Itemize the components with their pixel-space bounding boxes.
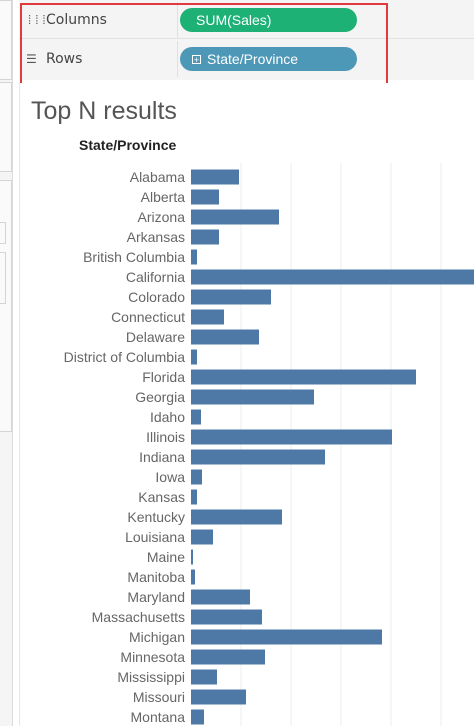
bar[interactable]: [191, 609, 262, 625]
category-label[interactable]: Idaho: [150, 409, 185, 425]
category-label[interactable]: Kentucky: [127, 509, 185, 525]
category-label[interactable]: Manitoba: [127, 569, 185, 585]
bar[interactable]: [191, 529, 213, 545]
category-label[interactable]: Maryland: [127, 589, 185, 605]
category-label[interactable]: District of Columbia: [64, 349, 186, 365]
bar[interactable]: [191, 289, 271, 305]
bar[interactable]: [191, 349, 197, 365]
rows-shelf[interactable]: ☰ Rows + State/Province: [19, 41, 474, 77]
bar[interactable]: [191, 589, 250, 605]
category-label[interactable]: Georgia: [135, 389, 185, 405]
bar[interactable]: [191, 389, 314, 405]
category-label[interactable]: Kansas: [138, 489, 185, 505]
bar[interactable]: [191, 449, 325, 465]
bar[interactable]: [191, 209, 279, 225]
state-province-pill-label: State/Province: [207, 51, 299, 67]
category-label[interactable]: Michigan: [129, 629, 185, 645]
bar[interactable]: [191, 649, 265, 665]
category-label[interactable]: Florida: [142, 369, 185, 385]
columns-shelf-label: ⁞⁞⁞ Columns: [19, 2, 178, 38]
bar[interactable]: [191, 489, 197, 505]
state-province-pill[interactable]: + State/Province: [180, 47, 357, 71]
bar[interactable]: [191, 249, 197, 265]
sum-sales-pill[interactable]: SUM(Sales): [180, 8, 357, 32]
bar[interactable]: [191, 669, 217, 685]
left-panel-section: [0, 82, 12, 172]
category-label[interactable]: Indiana: [139, 449, 185, 465]
category-label[interactable]: Massachusetts: [92, 609, 185, 625]
chart-area: Alabama Alberta Arizona Arkansas British Col…: [19, 83, 474, 726]
sheet-title: Top N results: [31, 97, 177, 125]
left-panel-control[interactable]: [0, 222, 6, 244]
category-label[interactable]: British Columbia: [83, 249, 185, 265]
category-label[interactable]: California: [126, 269, 185, 285]
sum-sales-pill-label: SUM(Sales): [196, 12, 272, 28]
bar[interactable]: [191, 269, 474, 285]
expand-plus-icon[interactable]: +: [192, 54, 201, 64]
row-header[interactable]: State/Province: [79, 137, 176, 153]
columns-label: Columns: [46, 12, 107, 28]
bar[interactable]: [191, 569, 195, 585]
category-label[interactable]: Connecticut: [111, 309, 185, 325]
bar[interactable]: [191, 469, 202, 485]
bar[interactable]: [191, 169, 239, 185]
left-panel: [0, 0, 13, 726]
left-panel-section: [0, 0, 12, 80]
category-label[interactable]: Missouri: [133, 689, 185, 705]
rows-icon: ☰: [26, 52, 37, 66]
bar[interactable]: [191, 369, 416, 385]
category-label[interactable]: Delaware: [126, 329, 185, 345]
bar[interactable]: [191, 329, 259, 345]
left-panel-control[interactable]: [0, 252, 6, 304]
category-label[interactable]: Minnesota: [120, 649, 185, 665]
bar[interactable]: [191, 409, 201, 425]
bar-chart: Alabama Alberta Arizona Arkansas British Col…: [64, 163, 474, 726]
bar[interactable]: [191, 189, 219, 205]
rows-label: Rows: [46, 51, 83, 67]
category-label[interactable]: Louisiana: [125, 529, 185, 545]
bar[interactable]: [191, 309, 224, 325]
columns-shelf[interactable]: ⁞⁞⁞ Columns SUM(Sales): [19, 2, 474, 39]
category-label[interactable]: Alberta: [141, 189, 186, 205]
category-label[interactable]: Montana: [131, 709, 186, 725]
left-panel-section: [0, 180, 12, 432]
category-label[interactable]: Arizona: [138, 209, 186, 225]
bar[interactable]: [191, 689, 246, 705]
rows-shelf-label: ☰ Rows: [19, 41, 178, 77]
bar[interactable]: [191, 429, 392, 445]
bar[interactable]: [191, 549, 193, 565]
category-label[interactable]: Colorado: [128, 289, 185, 305]
shelves-area: ⁞⁞⁞ Columns SUM(Sales) ☰ Rows + State/Pr…: [19, 0, 474, 80]
bar[interactable]: [191, 229, 219, 245]
category-label[interactable]: Maine: [147, 549, 185, 565]
category-label[interactable]: Arkansas: [127, 229, 185, 245]
bar[interactable]: [191, 509, 282, 525]
category-label[interactable]: Alabama: [130, 169, 185, 185]
bar[interactable]: [191, 709, 204, 725]
category-label[interactable]: Mississippi: [117, 669, 185, 685]
category-label[interactable]: Iowa: [155, 469, 185, 485]
bar[interactable]: [191, 629, 382, 645]
category-label[interactable]: Illinois: [146, 429, 185, 445]
columns-icon: ⁞⁞⁞: [26, 13, 48, 27]
